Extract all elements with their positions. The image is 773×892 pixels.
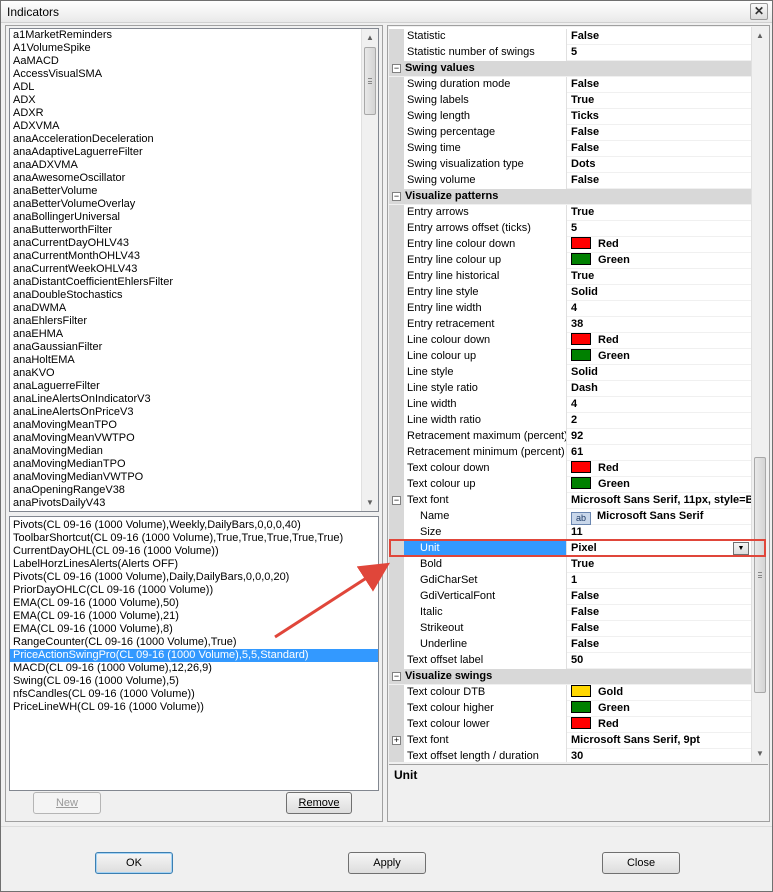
dialog-button-bar: OK Apply Close xyxy=(1,826,772,891)
ok-button[interactable]: OK xyxy=(95,852,173,874)
close-button[interactable]: Close xyxy=(602,852,680,874)
indicators-dialog: Indicators ✕ a1MarketReminders A1VolumeSp… xyxy=(0,0,773,892)
apply-button[interactable]: Apply xyxy=(348,852,426,874)
ok-button-label: OK xyxy=(126,857,142,869)
close-button-label: Close xyxy=(626,857,656,869)
apply-button-label: Apply xyxy=(373,857,401,869)
annotation-arrow xyxy=(274,562,391,639)
